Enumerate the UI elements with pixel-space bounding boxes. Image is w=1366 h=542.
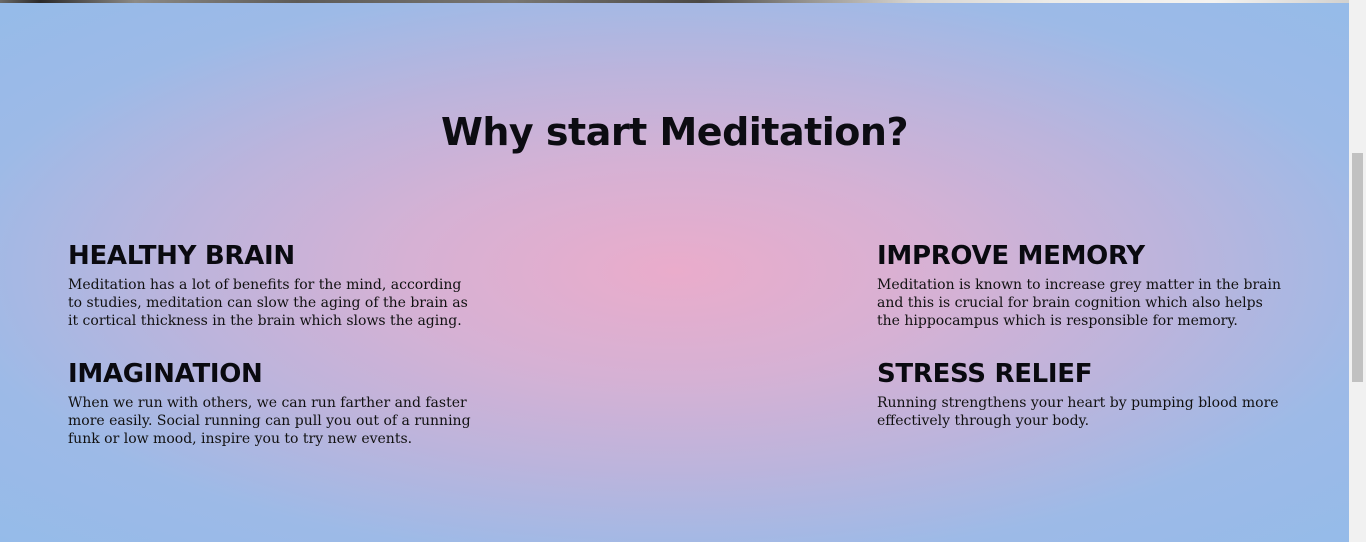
feature-text: Running strengthens your heart by pumpin…: [877, 395, 1279, 429]
feature-heading: STRESS RELIEF: [877, 359, 1093, 389]
vertical-scrollbar[interactable]: [1349, 0, 1366, 542]
feature-imagination: IMAGINATION When we run with others, we …: [68, 358, 478, 448]
scrollbar-thumb[interactable]: [1352, 153, 1363, 382]
feature-improve-memory: IMPROVE MEMORY Meditation is known to in…: [877, 240, 1287, 330]
feature-heading: IMAGINATION: [68, 359, 263, 389]
feature-text: Meditation is known to increase grey mat…: [877, 277, 1282, 329]
feature-text: When we run with others, we can run fart…: [68, 395, 471, 447]
feature-text: Meditation has a lot of benefits for the…: [68, 277, 468, 329]
section-title: Why start Meditation?: [440, 110, 909, 154]
feature-heading: IMPROVE MEMORY: [877, 241, 1145, 271]
page: Why start Meditation? HEALTHY BRAIN Medi…: [0, 0, 1349, 542]
feature-healthy-brain: HEALTHY BRAIN Meditation has a lot of be…: [68, 240, 478, 330]
hero-image-bottom-edge: [0, 0, 1349, 3]
feature-stress-relief: STRESS RELIEF Running strengthens your h…: [877, 358, 1287, 430]
feature-heading: HEALTHY BRAIN: [68, 241, 295, 271]
